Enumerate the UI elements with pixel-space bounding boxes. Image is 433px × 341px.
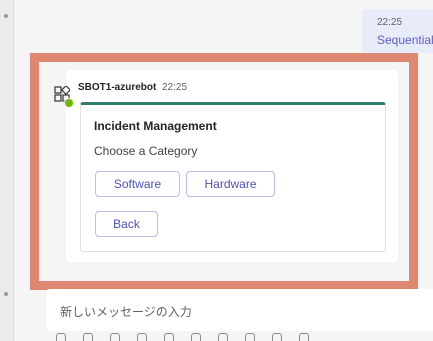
card-title: Incident Management xyxy=(94,119,217,133)
compose-toolbar xyxy=(56,333,433,341)
more-icon[interactable] xyxy=(299,333,309,341)
attach-icon[interactable] xyxy=(83,333,93,341)
hardware-button[interactable]: Hardware xyxy=(186,171,275,197)
own-message-bubble: 22:25 Sequential xyxy=(362,9,433,53)
sender-name[interactable]: SBOT1-azurebot xyxy=(78,82,156,93)
format-icon[interactable] xyxy=(56,333,66,341)
card-subtitle: Choose a Category xyxy=(94,144,198,158)
rail-dot xyxy=(4,292,8,296)
own-message-time: 22:25 xyxy=(377,17,403,28)
meet-icon[interactable] xyxy=(218,333,228,341)
left-rail xyxy=(0,0,14,341)
message-time: 22:25 xyxy=(162,82,188,93)
back-button[interactable]: Back xyxy=(95,211,158,237)
sticker-icon[interactable] xyxy=(191,333,201,341)
compose-placeholder[interactable]: 新しいメッセージの入力 xyxy=(60,303,192,320)
software-button[interactable]: Software xyxy=(95,171,180,197)
gif-icon[interactable] xyxy=(164,333,174,341)
rail-dot xyxy=(4,14,8,18)
praise-icon[interactable] xyxy=(245,333,255,341)
link-icon[interactable] xyxy=(110,333,120,341)
emoji-icon[interactable] xyxy=(137,333,147,341)
presence-status-icon xyxy=(64,98,74,108)
own-message-text: Sequential xyxy=(377,33,433,47)
loop-icon[interactable] xyxy=(272,333,282,341)
